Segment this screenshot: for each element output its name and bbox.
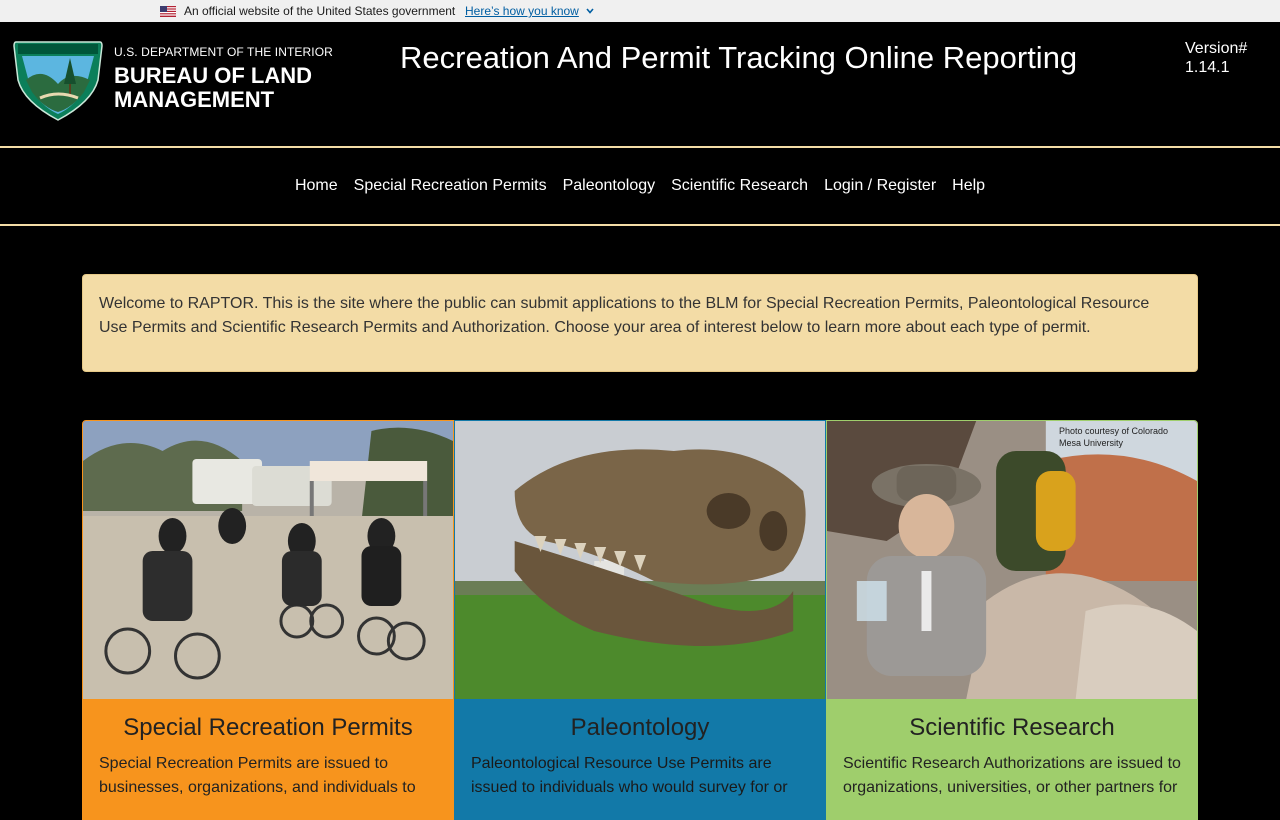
version-number: 1.14.1 [1185,59,1230,76]
card-text: Paleontological Resource Use Permits are… [471,755,788,796]
card-text: Special Recreation Permits are issued to… [99,755,416,796]
nav-login-register[interactable]: Login / Register [824,177,936,195]
official-site-text: An official website of the United States… [184,4,456,18]
nav-home[interactable]: Home [295,177,338,195]
card-text: Scientific Research Authorizations are i… [843,755,1181,796]
card-body: Scientific Research Scientific Research … [827,699,1197,819]
nav-help[interactable]: Help [952,177,985,195]
card-paleontology[interactable]: Paleontology Paleontological Resource Us… [454,420,826,820]
nav-paleontology[interactable]: Paleontology [563,177,656,195]
nav-scientific-research[interactable]: Scientific Research [671,177,808,195]
nav-special-recreation-permits[interactable]: Special Recreation Permits [354,177,547,195]
card-body: Paleontology Paleontological Resource Us… [455,699,825,819]
blm-logo-icon[interactable] [12,40,104,122]
bureau-name: BUREAU OF LAND MANAGEMENT [114,63,312,112]
gov-banner: An official website of the United States… [0,0,1280,22]
how-you-know-link[interactable]: Here’s how you know [465,4,579,18]
chevron-down-icon[interactable] [585,6,595,16]
permit-cards: Special Recreation Permits Special Recre… [82,420,1198,820]
us-flag-icon [160,6,176,17]
version-label: Version# [1185,40,1248,57]
card-special-recreation-permits[interactable]: Special Recreation Permits Special Recre… [82,420,454,820]
card-title: Special Recreation Permits [123,714,413,741]
welcome-alert: Welcome to RAPTOR. This is the site wher… [82,274,1198,372]
main-nav: Home Special Recreation Permits Paleonto… [0,146,1280,226]
dinosaur-skull-photo [455,421,825,699]
card-title: Scientific Research [909,714,1115,741]
site-title: Recreation And Permit Tracking Online Re… [400,40,1078,75]
site-header: U.S. DEPARTMENT OF THE INTERIOR BUREAU O… [0,22,1280,147]
photo-credit: Photo courtesy of Colorado Mesa Universi… [1059,426,1169,448]
department-name: U.S. DEPARTMENT OF THE INTERIOR [114,45,333,59]
field-researcher-photo [827,421,1197,699]
card-title: Paleontology [570,714,710,741]
bike-race-photo [83,421,453,699]
card-body: Special Recreation Permits Special Recre… [83,699,453,819]
card-scientific-research[interactable]: Photo courtesy of Colorado Mesa Universi… [826,420,1198,820]
